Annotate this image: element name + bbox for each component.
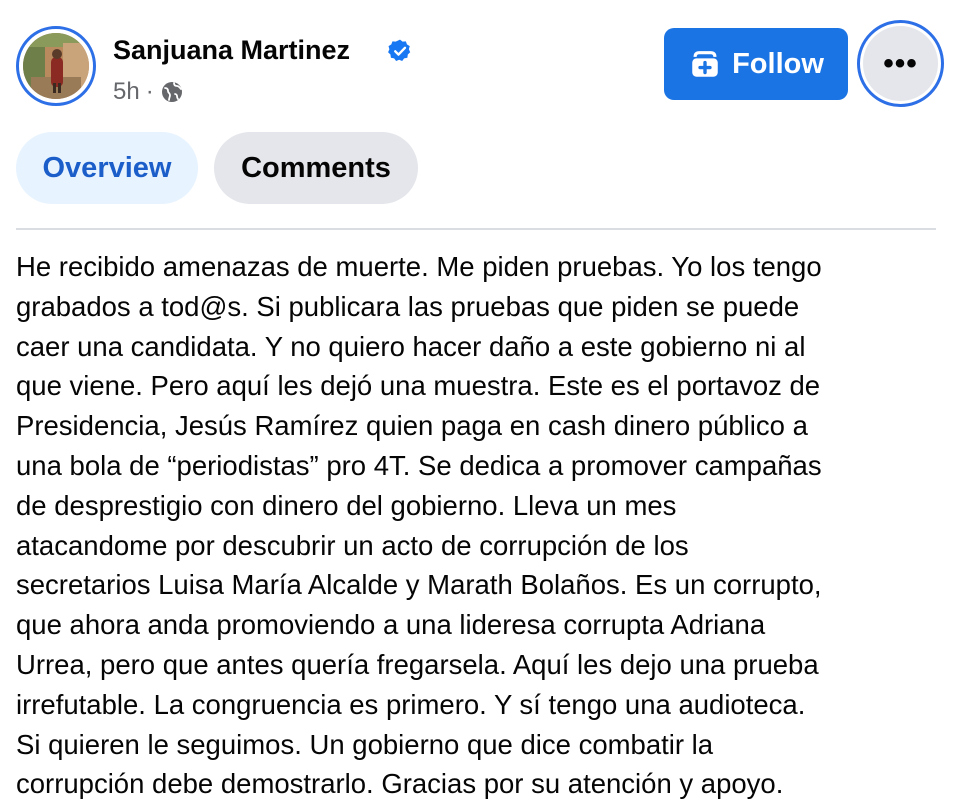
add-friend-icon (692, 51, 718, 77)
avatar[interactable] (16, 26, 96, 106)
meta-separator: · (145, 78, 154, 105)
author-name[interactable]: Sanjuana Martinez (113, 35, 350, 66)
post-text-line: irrefutable. La congruencia es primero. … (16, 688, 806, 720)
follow-button[interactable]: Follow (664, 28, 848, 100)
post-text: He recibido amenazas de muerte. Me piden… (16, 247, 946, 804)
divider (16, 228, 936, 230)
post-text-line: Si quieren le seguimos. Un gobierno que … (16, 728, 714, 760)
post-text-line: corrupción debe demostrarlo. Gracias por… (16, 768, 784, 800)
post-text-line: He recibido amenazas de muerte. Me piden… (16, 251, 822, 282)
tab-comments[interactable]: Comments (214, 132, 418, 204)
post-timestamp[interactable]: 5h (113, 78, 140, 106)
post-text-line: secretarios Luisa María Alcalde y Marath… (16, 569, 822, 601)
avatar-photo (23, 33, 89, 99)
globe-icon (161, 82, 182, 102)
post-text-line: una bola de “periodistas” pro 4T. Se ded… (16, 449, 822, 481)
post-text-line: grabados a tod@s. Si publicara las prueb… (16, 290, 800, 322)
post-text-line: que ahora anda promoviendo a una lideres… (16, 609, 766, 641)
post-text-line: caer una candidata. Y no quiero hacer da… (16, 330, 806, 362)
follow-button-label: Follow (732, 47, 824, 80)
tab-overview[interactable]: Overview (16, 132, 198, 204)
verified-badge-icon (388, 39, 411, 61)
post-text-line: atacandome por descubrir un acto de corr… (16, 529, 689, 561)
post-meta: 5h · (113, 77, 184, 107)
post-text-line: Urrea, pero que antes quería fregarsela.… (16, 648, 819, 680)
more-options-icon: ••• (863, 26, 938, 101)
post-text-line: de desprestigio con dinero del gobierno.… (16, 489, 677, 521)
more-options-button[interactable]: ••• (857, 20, 944, 107)
post-text-line: que viene. Pero aquí les dejó una muestr… (16, 370, 821, 402)
post-text-line: Presidencia, Jesús Ramírez quien paga en… (16, 410, 808, 442)
